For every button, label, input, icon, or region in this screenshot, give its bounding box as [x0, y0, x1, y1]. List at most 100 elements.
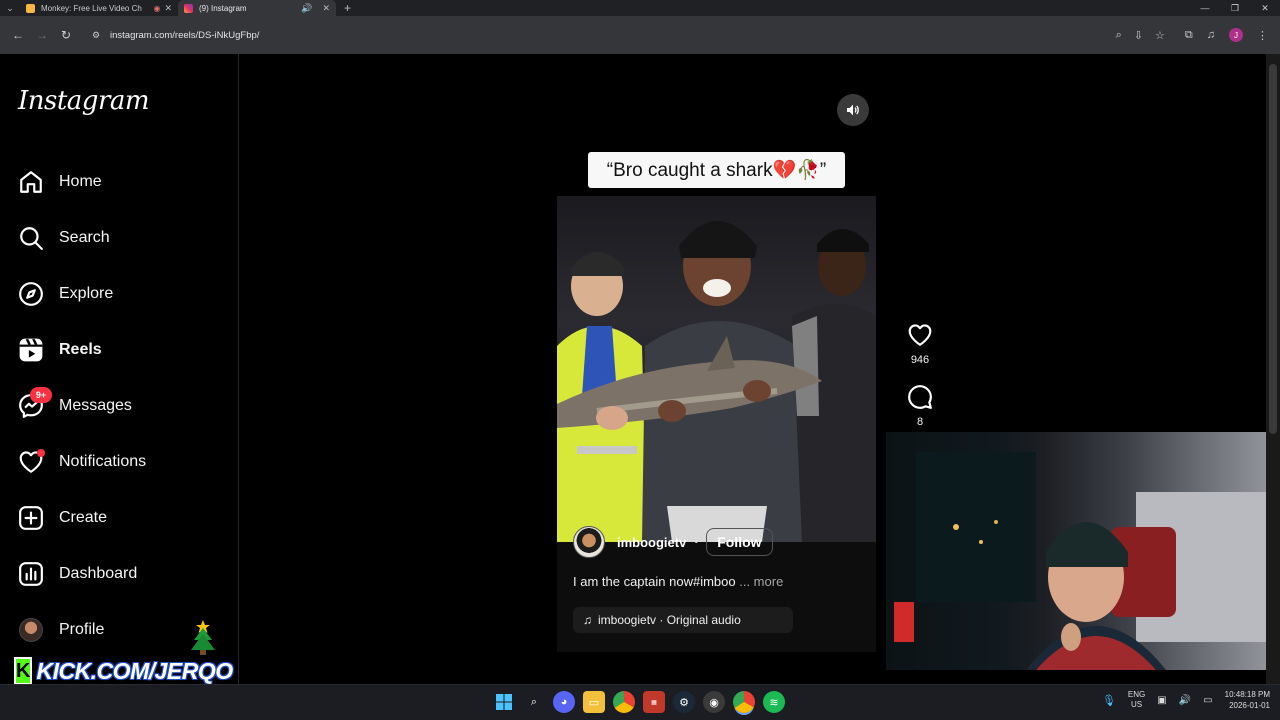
- video-scene-image: [557, 221, 876, 542]
- sidebar-item-create[interactable]: Create: [18, 502, 107, 534]
- sidebar-item-notifications[interactable]: Notifications: [18, 446, 146, 478]
- forward-button[interactable]: →: [30, 23, 54, 47]
- sidebar-item-reels[interactable]: Reels: [18, 334, 102, 366]
- like-heart-icon[interactable]: [907, 322, 933, 348]
- minimize-icon[interactable]: —: [1190, 3, 1220, 14]
- site-info-icon[interactable]: ⚙: [92, 30, 102, 40]
- comment-count: 8: [916, 416, 924, 428]
- network-icon[interactable]: ▣: [1157, 695, 1166, 706]
- reel-caption-overlay: “Bro caught a shark💔🥀”: [588, 152, 845, 188]
- sidebar-item-profile[interactable]: Profile: [18, 614, 104, 646]
- notification-dot: [37, 449, 45, 457]
- taskbar-apps: ⌕ ◕ ▭ ▦ ⚙ ◉ ≋: [493, 691, 785, 713]
- back-button[interactable]: ←: [6, 23, 30, 47]
- volume-icon[interactable]: [837, 94, 869, 126]
- kick-url-text: KICK.COM/JERQO: [36, 657, 233, 684]
- lang-top: ENG: [1127, 690, 1146, 699]
- extensions-icon[interactable]: ⧉: [1185, 29, 1193, 42]
- new-tab-button[interactable]: +: [344, 1, 351, 15]
- webcam-overlay: [886, 432, 1280, 670]
- reel-author-row: imboogietv • Follow: [573, 526, 773, 558]
- close-tab-icon[interactable]: ✕: [322, 3, 330, 14]
- audio-attribution[interactable]: ♫ imboogietv · Original audio: [573, 607, 793, 633]
- file-explorer-icon[interactable]: ▭: [583, 691, 605, 713]
- browser-toolbar: ← → ↻ ⚙ instagram.com/reels/DS-iNkUgFbp/…: [0, 16, 1280, 54]
- instagram-logo[interactable]: Instagram: [18, 86, 150, 116]
- media-control-icon[interactable]: ♫: [1207, 29, 1215, 41]
- clock-time: 10:48:18 PM: [1224, 690, 1270, 699]
- system-tray: 🎙 ENG US ▣ 🔊 ▭ 10:48:18 PM 2026-01-01: [1102, 689, 1270, 711]
- menu-kebab-icon[interactable]: ⋮: [1257, 29, 1268, 42]
- close-window-icon[interactable]: ✕: [1250, 3, 1280, 14]
- messenger-icon: 9+: [18, 387, 52, 419]
- dashboard-icon: [18, 561, 44, 587]
- search-icon[interactable]: ⌕: [523, 691, 545, 713]
- address-bar[interactable]: ⚙ instagram.com/reels/DS-iNkUgFbp/ ⌕ ⇩ ☆: [82, 22, 1175, 48]
- reel-caption-area: “Bro caught a shark💔🥀”: [557, 84, 876, 196]
- windows-taskbar: ⌕ ◕ ▭ ▦ ⚙ ◉ ≋ 🎙 ENG US ▣ 🔊 ▭ 10:48:18 PM…: [0, 684, 1280, 720]
- music-note-icon: ♫: [583, 613, 592, 627]
- reel-description: I am the captain now#imboo ... more: [573, 574, 783, 589]
- sidebar: Instagram Home Search Explore Reels 9+ M…: [0, 54, 239, 685]
- maximize-icon[interactable]: ❐: [1220, 3, 1250, 14]
- install-app-icon[interactable]: ⇩: [1134, 29, 1143, 42]
- sidebar-item-label: Notifications: [59, 453, 147, 470]
- audio-playing-icon[interactable]: 🔊: [301, 3, 312, 14]
- kick-logo-icon: K: [14, 657, 33, 685]
- chrome-profile-icon[interactable]: [733, 691, 755, 713]
- kick-stream-overlay: K KICK.COM/JERQO: [14, 620, 233, 688]
- instagram-page: Instagram Home Search Explore Reels 9+ M…: [0, 54, 1280, 685]
- sidebar-item-label: Home: [59, 173, 102, 190]
- webcam-feed-image: [894, 452, 1276, 670]
- sidebar-item-label: Messages: [59, 397, 132, 414]
- sidebar-item-messages[interactable]: 9+ Messages: [18, 387, 132, 422]
- reel-bottom-panel: [557, 542, 876, 652]
- reload-button[interactable]: ↻: [54, 23, 78, 47]
- more-link[interactable]: ... more: [739, 574, 783, 589]
- sidebar-item-label: Profile: [59, 621, 105, 638]
- tab-search-icon[interactable]: ⌄: [0, 0, 20, 16]
- recording-icon: ◉: [153, 3, 161, 13]
- tab-monkey[interactable]: Monkey: Free Live Video Ch ◉ ✕: [20, 0, 178, 16]
- zoom-icon[interactable]: ⌕: [1116, 29, 1122, 42]
- clock[interactable]: 10:48:18 PM 2026-01-01: [1225, 689, 1270, 711]
- scrollbar-thumb[interactable]: [1269, 64, 1277, 434]
- sidebar-item-search[interactable]: Search: [18, 222, 110, 254]
- author-username[interactable]: imboogietv: [617, 535, 686, 550]
- window-controls: — ❐ ✕: [1190, 3, 1280, 14]
- obs-icon[interactable]: ◉: [703, 691, 725, 713]
- chrome-icon[interactable]: [613, 691, 635, 713]
- comment-icon[interactable]: [907, 384, 933, 410]
- reel-player[interactable]: “Bro caught a shark💔🥀” imboogietv • Foll…: [557, 84, 876, 652]
- separator-dot: •: [694, 536, 699, 548]
- close-tab-icon[interactable]: ✕: [164, 3, 172, 14]
- follow-button[interactable]: Follow: [706, 528, 773, 556]
- language-indicator[interactable]: ENG US: [1128, 690, 1145, 710]
- like-count: 946: [910, 354, 930, 366]
- sidebar-item-dashboard[interactable]: Dashboard: [18, 558, 137, 590]
- audio-label: imboogietv · Original audio: [598, 613, 741, 627]
- volume-icon[interactable]: 🔊: [1179, 695, 1191, 706]
- plus-square-icon: [18, 505, 44, 531]
- reel-actions: 946 8: [900, 322, 940, 428]
- sidebar-item-label: Dashboard: [59, 565, 138, 582]
- app-icon[interactable]: ▦: [643, 691, 665, 713]
- page-scrollbar[interactable]: [1266, 54, 1280, 684]
- bookmark-star-icon[interactable]: ☆: [1155, 29, 1165, 42]
- windows-start-icon[interactable]: [493, 691, 515, 713]
- battery-icon[interactable]: ▭: [1203, 695, 1212, 706]
- tab-title: Monkey: Free Live Video Ch: [41, 3, 142, 13]
- tab-instagram[interactable]: (9) Instagram 🔊 ✕: [178, 0, 336, 16]
- steam-icon[interactable]: ⚙: [673, 691, 695, 713]
- author-avatar[interactable]: [573, 526, 605, 558]
- spotify-icon[interactable]: ≋: [763, 691, 785, 713]
- microphone-icon[interactable]: 🎙: [1102, 694, 1116, 707]
- sidebar-item-label: Reels: [59, 341, 102, 358]
- description-text: I am the captain now#imboo: [573, 574, 736, 589]
- reel-video-frame[interactable]: [557, 196, 876, 542]
- sidebar-item-explore[interactable]: Explore: [18, 278, 113, 310]
- profile-avatar[interactable]: J: [1229, 28, 1243, 42]
- discord-icon[interactable]: ◕: [553, 691, 575, 713]
- url-text: instagram.com/reels/DS-iNkUgFbp/: [110, 29, 260, 41]
- sidebar-item-home[interactable]: Home: [18, 166, 102, 198]
